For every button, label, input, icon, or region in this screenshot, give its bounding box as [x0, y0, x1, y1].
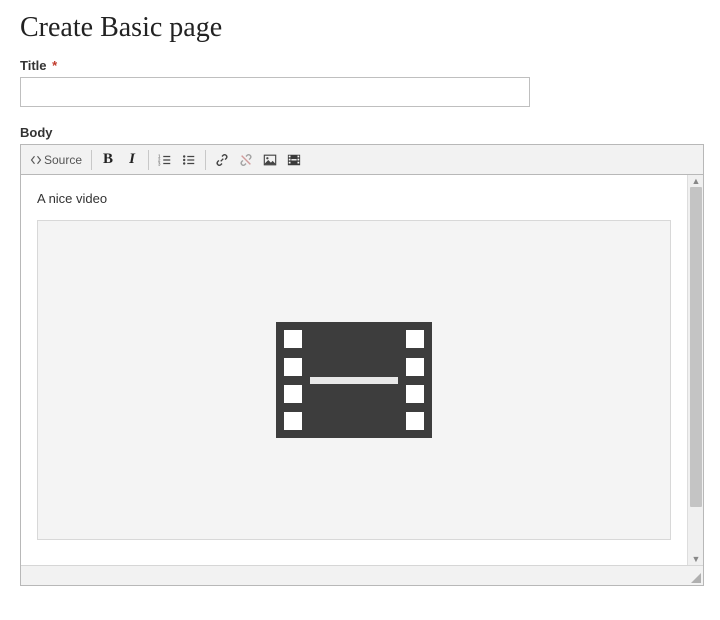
body-label: Body	[20, 125, 702, 140]
toolbar-separator	[148, 150, 149, 170]
title-label: Title *	[20, 58, 702, 73]
title-label-text: Title	[20, 58, 47, 73]
scroll-up-arrow[interactable]: ▲	[688, 175, 704, 187]
title-input[interactable]	[20, 77, 530, 107]
rich-text-editor: Source B I 123	[20, 144, 704, 586]
media-button[interactable]	[282, 148, 306, 172]
italic-button[interactable]: I	[120, 148, 144, 172]
page-title: Create Basic page	[20, 12, 702, 44]
resize-grip[interactable]	[691, 573, 701, 583]
ordered-list-icon: 123	[158, 153, 172, 167]
editor-toolbar: Source B I 123	[21, 145, 703, 175]
bold-button[interactable]: B	[96, 148, 120, 172]
editor-statusbar	[21, 565, 703, 585]
body-paragraph: A nice video	[37, 191, 671, 206]
unordered-list-button[interactable]	[177, 148, 201, 172]
link-button[interactable]	[210, 148, 234, 172]
ordered-list-button[interactable]: 123	[153, 148, 177, 172]
image-icon	[263, 153, 277, 167]
scroll-thumb[interactable]	[690, 187, 702, 507]
editor-content-area[interactable]: A nice video	[21, 175, 687, 565]
svg-text:3: 3	[158, 161, 161, 166]
image-button[interactable]	[258, 148, 282, 172]
unordered-list-icon	[182, 153, 196, 167]
video-embed-placeholder[interactable]	[37, 220, 671, 540]
editor-scrollbar[interactable]: ▲ ▼	[687, 175, 703, 565]
source-button[interactable]: Source	[25, 148, 87, 172]
unlink-button[interactable]	[234, 148, 258, 172]
unlink-icon	[239, 153, 253, 167]
toolbar-separator	[91, 150, 92, 170]
source-label: Source	[44, 153, 82, 167]
scroll-down-arrow[interactable]: ▼	[688, 553, 704, 565]
source-icon	[30, 154, 42, 166]
link-icon	[215, 153, 229, 167]
required-indicator: *	[52, 58, 57, 73]
media-icon	[287, 153, 301, 167]
film-icon	[276, 322, 432, 438]
toolbar-separator	[205, 150, 206, 170]
